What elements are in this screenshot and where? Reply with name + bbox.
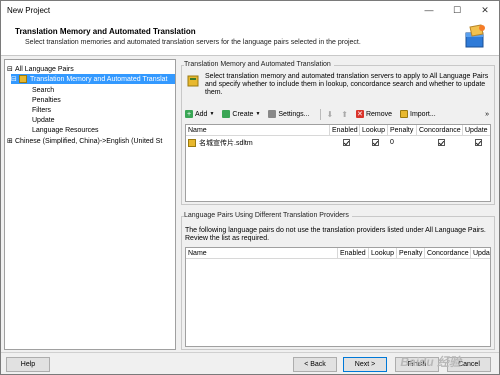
create-button[interactable]: Create ▼ xyxy=(220,107,262,121)
tree-item-chinese-english[interactable]: ⊞ Chinese (Simplified, China)->English (… xyxy=(7,136,162,146)
lp-grid-header: Name Enabled Lookup Penalty Concordance … xyxy=(186,248,490,259)
tm-toolbar: + Add ▼ Create ▼ Settings... ⬇ ⬆ ✕ Remov… xyxy=(183,107,495,121)
expand-icon[interactable]: ⊞ xyxy=(7,137,15,145)
collapse-icon[interactable]: ⊟ xyxy=(7,65,15,73)
new-project-window: New Project — ☐ ✕ Translation Memory and… xyxy=(0,0,500,375)
tm-grid-header: Name Enabled Lookup Penalty Concordance … xyxy=(186,125,490,136)
tree-item-label: Search xyxy=(32,86,55,94)
column-header-penalty[interactable]: Penalty xyxy=(397,248,425,259)
wizard-header: Translation Memory and Automated Transla… xyxy=(1,19,499,56)
update-cell xyxy=(463,137,490,148)
remove-button[interactable]: ✕ Remove xyxy=(354,107,394,121)
tm-info-text: Select translation memory and automated … xyxy=(205,73,489,96)
next-button[interactable]: Next > xyxy=(343,357,387,372)
tm-grid[interactable]: Name Enabled Lookup Penalty Concordance … xyxy=(185,124,491,202)
column-header-update[interactable]: Upda xyxy=(471,248,490,259)
update-checkbox[interactable] xyxy=(475,139,482,146)
column-header-update[interactable]: Update xyxy=(463,125,490,136)
tree-item-label: Chinese (Simplified, China)->English (Un… xyxy=(15,137,163,145)
column-header-name[interactable]: Name xyxy=(186,248,338,259)
tree-item-label: Update xyxy=(32,116,55,124)
tm-name-cell: 名城宣传片.sdltm xyxy=(186,137,330,148)
translation-memory-icon xyxy=(187,75,199,87)
create-label: Create xyxy=(232,110,254,118)
column-header-lookup[interactable]: Lookup xyxy=(369,248,397,259)
import-icon xyxy=(400,110,409,118)
tree-item-label: Translation Memory and Automated Transla… xyxy=(30,75,168,83)
minimize-button[interactable]: — xyxy=(415,1,443,19)
lp-section-title: Language Pairs Using Different Translati… xyxy=(184,212,352,219)
help-button[interactable]: Help xyxy=(6,357,50,372)
title-bar: New Project — ☐ ✕ xyxy=(1,1,499,19)
remove-label: Remove xyxy=(365,110,393,118)
penalty-cell[interactable]: 0 xyxy=(388,137,417,148)
lp-section-text: The following language pairs do not use … xyxy=(185,227,486,242)
back-button[interactable]: < Back xyxy=(293,357,337,372)
remove-icon: ✕ xyxy=(355,110,364,118)
wizard-logo-icon xyxy=(465,24,485,48)
import-label: Import... xyxy=(410,110,436,118)
lookup-cell xyxy=(360,137,388,148)
import-button[interactable]: Import... xyxy=(398,107,438,121)
settings-button[interactable]: Settings... xyxy=(266,107,311,121)
tree-item-all-language-pairs[interactable]: ⊟ All Language Pairs xyxy=(7,64,74,74)
column-header-concordance[interactable]: Concordance xyxy=(417,125,463,136)
add-icon: + xyxy=(185,110,193,118)
column-header-penalty[interactable]: Penalty xyxy=(388,125,417,136)
page-subtitle: Select translation memories and automate… xyxy=(25,39,361,46)
add-button[interactable]: + Add ▼ xyxy=(183,107,216,121)
add-label: Add xyxy=(195,110,208,118)
tree-item-label: Filters xyxy=(32,106,52,114)
settings-label: Settings... xyxy=(278,110,310,118)
lp-grid[interactable]: Name Enabled Lookup Penalty Concordance … xyxy=(185,247,491,347)
tm-info: Select translation memory and automated … xyxy=(183,71,491,105)
enabled-checkbox[interactable] xyxy=(342,139,350,146)
tree-item-label: All Language Pairs xyxy=(15,65,74,73)
column-header-enabled[interactable]: Enabled xyxy=(330,125,360,136)
column-header-name[interactable]: Name xyxy=(186,125,330,136)
translation-memory-icon xyxy=(188,138,196,147)
create-icon xyxy=(222,110,231,118)
collapse-icon[interactable]: ⊟ xyxy=(11,75,19,83)
chevron-down-icon: ▼ xyxy=(209,111,215,117)
tree-item-label: Penalties xyxy=(32,96,61,104)
tm-name: 名城宣传片.sdltm xyxy=(199,139,253,147)
concordance-cell xyxy=(417,137,463,148)
toolbar-overflow-button[interactable]: » xyxy=(483,107,491,121)
tree-item-search[interactable]: Search xyxy=(32,85,54,95)
arrow-up-icon: ⬆ xyxy=(341,109,348,119)
tree-item-language-resources[interactable]: Language Resources xyxy=(32,125,99,135)
move-down-button[interactable]: ⬇ xyxy=(325,107,336,121)
tree-item-filters[interactable]: Filters xyxy=(32,105,51,115)
move-up-button[interactable]: ⬆ xyxy=(339,107,350,121)
column-header-concordance[interactable]: Concordance xyxy=(425,248,471,259)
column-header-lookup[interactable]: Lookup xyxy=(360,125,388,136)
page-title: Translation Memory and Automated Transla… xyxy=(15,27,196,36)
tree-item-penalties[interactable]: Penalties xyxy=(32,95,61,105)
column-header-enabled[interactable]: Enabled xyxy=(338,248,369,259)
tree-item-update[interactable]: Update xyxy=(32,115,55,125)
chevron-down-icon: ▼ xyxy=(255,111,261,117)
tm-section-title: Translation Memory and Automated Transla… xyxy=(184,61,334,68)
watermark: Baidu 经验 xyxy=(400,355,461,369)
window-title: New Project xyxy=(7,5,51,15)
close-button[interactable]: ✕ xyxy=(471,1,499,19)
enabled-cell xyxy=(330,137,360,148)
settings-icon xyxy=(268,110,277,118)
table-row[interactable]: 名城宣传片.sdltm 0 xyxy=(186,137,490,148)
maximize-button[interactable]: ☐ xyxy=(443,1,471,19)
translation-memory-icon xyxy=(19,75,27,83)
toolbar-separator xyxy=(319,108,321,120)
tree-item-tm-automated-translation[interactable]: ⊟ Translation Memory and Automated Trans… xyxy=(11,74,175,84)
concordance-checkbox[interactable] xyxy=(437,139,445,146)
navigation-tree[interactable]: ⊟ All Language Pairs ⊟ Translation Memor… xyxy=(4,59,176,350)
tree-item-label: Language Resources xyxy=(32,126,99,134)
arrow-down-icon: ⬇ xyxy=(326,109,334,119)
lookup-checkbox[interactable] xyxy=(371,139,379,146)
